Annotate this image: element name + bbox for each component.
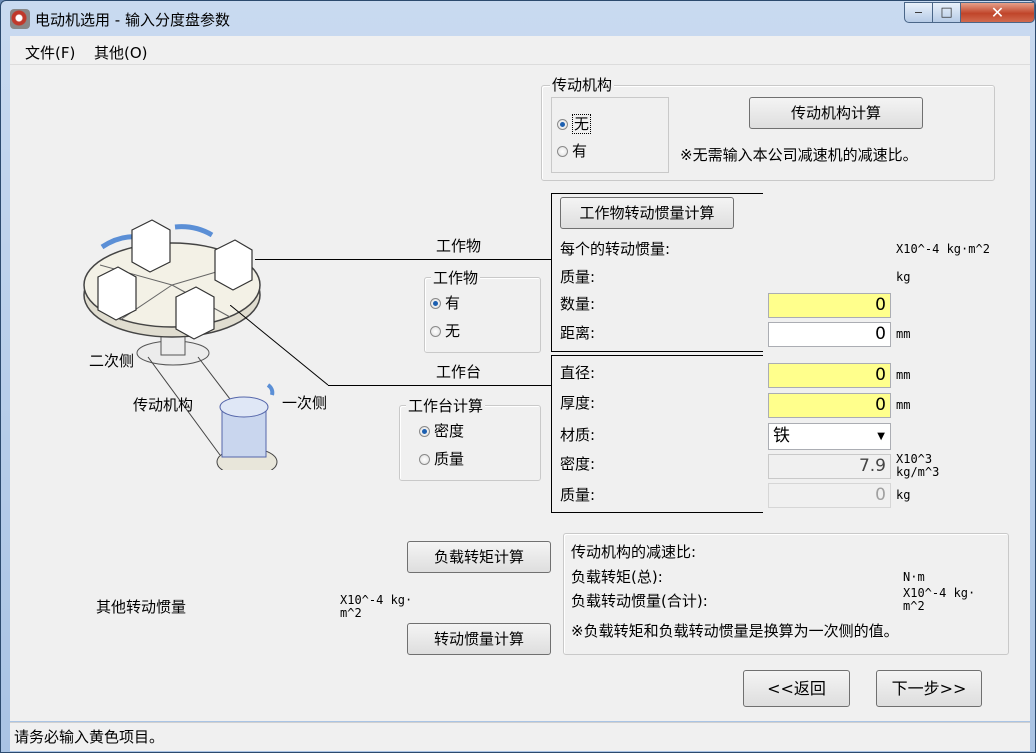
load-inertia-label: 负载转动惯量(合计):: [571, 592, 708, 610]
workpiece-distance-unit: mm: [896, 327, 911, 341]
table-density-input[interactable]: 7.9: [768, 454, 891, 479]
radio-selected-icon: [430, 298, 441, 309]
table-diameter-label: 直径:: [560, 364, 596, 382]
table-density-label: 密度:: [560, 455, 596, 473]
radio-icon: [557, 146, 568, 157]
mechanism-calc-button[interactable]: 传动机构计算: [749, 97, 923, 129]
inertia-calc-button[interactable]: 转动惯量计算: [407, 623, 551, 655]
workpiece-count-input[interactable]: 0: [768, 293, 891, 318]
load-inertia-unit-2: m^2: [903, 599, 925, 613]
workpiece-inertia-calc-button[interactable]: 工作物转动惯量计算: [560, 197, 734, 229]
workpiece-inertia-label: 每个的转动惯量:: [560, 240, 671, 258]
table-bracket-top: [551, 355, 763, 356]
status-bar: 请务必输入黄色项目。: [10, 722, 1030, 751]
table-thickness-input[interactable]: 0: [768, 393, 891, 418]
close-button[interactable]: ✕: [960, 2, 1035, 23]
table-connector: [328, 385, 551, 386]
workpiece-group: [424, 277, 541, 353]
table-mass-label: 质量:: [560, 486, 596, 504]
torque-label: 负载转矩(总):: [571, 568, 663, 586]
table-material-select[interactable]: 铁 ▼: [768, 423, 891, 450]
workpiece-connector: [255, 259, 551, 260]
status-text: 请务必输入黄色项目。: [14, 728, 165, 746]
table-calc-legend: 工作台计算: [406, 397, 486, 415]
workpiece-label: 工作物: [436, 237, 482, 255]
workpiece-mass-unit: kg: [896, 270, 911, 284]
workpiece-bracket-bottom: [551, 351, 763, 352]
table-bracket-bottom: [551, 512, 763, 513]
mechanism-legend: 传动机构: [550, 76, 615, 94]
table-bracket: [551, 355, 552, 512]
table-density-unit-2: kg/m^3: [896, 465, 940, 479]
table-mass-unit: kg: [896, 488, 911, 502]
radio-icon: [419, 454, 430, 465]
radio-selected-icon: [557, 119, 568, 130]
ratio-label: 传动机构的减速比:: [571, 543, 697, 561]
workpiece-inertia-unit: X10^-4 kg·m^2: [896, 242, 990, 256]
table-thickness-label: 厚度:: [560, 394, 596, 412]
workpiece-distance-input[interactable]: 0: [768, 322, 891, 347]
title-bar[interactable]: 电动机选用 - 输入分度盘参数 ‒ □ ✕: [1, 1, 1035, 36]
menu-file[interactable]: 文件(F): [25, 42, 75, 63]
table-calc-group: [399, 405, 541, 481]
workpiece-radio-no[interactable]: 无: [430, 322, 460, 340]
next-button[interactable]: 下一步>>: [876, 670, 982, 707]
primary-side-label: 一次侧: [282, 394, 328, 412]
table-label: 工作台: [436, 363, 482, 381]
mechanism-diagram-label: 传动机构: [133, 396, 194, 414]
workpiece-mass-label: 质量:: [560, 268, 596, 286]
mechanism-radio-none[interactable]: 无: [557, 114, 592, 134]
menu-other[interactable]: 其他(O): [94, 42, 148, 63]
load-torque-calc-button[interactable]: 负载转矩计算: [407, 541, 551, 573]
workpiece-bracket: [551, 193, 552, 351]
workpiece-count-label: 数量:: [560, 295, 596, 313]
radio-selected-icon: [419, 426, 430, 437]
menu-bar: 文件(F) 其他(O): [10, 36, 1030, 65]
table-diameter-input[interactable]: 0: [768, 363, 891, 388]
other-inertia-label: 其他转动惯量: [96, 598, 187, 616]
table-material-label: 材质:: [560, 426, 596, 444]
other-inertia-unit-2: m^2: [340, 606, 362, 620]
table-thickness-unit: mm: [896, 398, 911, 412]
main-panel: 传动机构 无 有 传动机构计算 ※无需输入本公司减速机的减速比。 二次侧 传动机…: [10, 65, 1030, 721]
workpiece-bracket-top: [551, 193, 763, 194]
app-icon: [10, 9, 30, 29]
back-button[interactable]: <<返回: [743, 670, 850, 707]
table-mass-input: 0: [768, 483, 891, 508]
workpiece-legend: 工作物: [431, 269, 481, 287]
table-radio-density[interactable]: 密度: [419, 422, 464, 440]
mechanism-radio-yes[interactable]: 有: [557, 142, 587, 160]
table-radio-mass[interactable]: 质量: [419, 450, 464, 468]
dropdown-arrow-icon: ▼: [877, 431, 885, 442]
table-connector-diagonal: [230, 305, 329, 386]
table-diameter-unit: mm: [896, 368, 911, 382]
radio-icon: [430, 326, 441, 337]
secondary-side-label: 二次侧: [89, 352, 135, 370]
app-window: 电动机选用 - 输入分度盘参数 ‒ □ ✕ 文件(F) 其他(O) 传动机构 无…: [0, 0, 1036, 753]
workpiece-radio-yes[interactable]: 有: [430, 294, 460, 312]
window-title: 电动机选用 - 输入分度盘参数: [35, 11, 230, 29]
maximize-button[interactable]: □: [932, 2, 961, 23]
torque-unit: N·m: [903, 570, 925, 584]
mechanism-note: ※无需输入本公司减速机的减速比。: [680, 146, 918, 164]
workpiece-distance-label: 距离:: [560, 324, 596, 342]
mechanism-radio-box: [551, 97, 669, 173]
minimize-button[interactable]: ‒: [904, 2, 933, 23]
load-note: ※负载转矩和负载转动惯量是换算为一次侧的值。: [571, 622, 899, 640]
